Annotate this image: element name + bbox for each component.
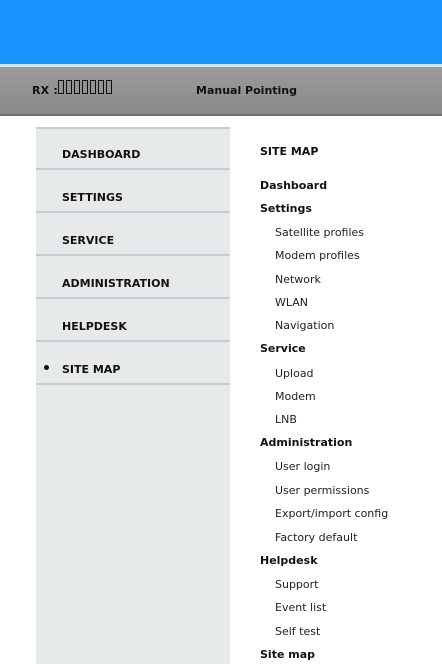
sidebar-item-site-map[interactable]: SITE MAP xyxy=(36,344,230,385)
sitemap-link-event-list[interactable]: Event list xyxy=(275,601,326,614)
sitemap-link-navigation[interactable]: Navigation xyxy=(275,319,334,332)
sitemap-section-dashboard[interactable]: Dashboard xyxy=(260,179,327,192)
sitemap-section-administration[interactable]: Administration xyxy=(260,436,352,449)
sitemap-section-helpdesk[interactable]: Helpdesk xyxy=(260,554,318,567)
sitemap-link-modem[interactable]: Modem xyxy=(275,390,316,403)
selected-bullet-icon xyxy=(44,365,49,370)
sitemap-section-service[interactable]: Service xyxy=(260,342,306,355)
top-banner xyxy=(0,0,442,67)
rx-signal-indicator xyxy=(58,80,112,94)
sitemap-link-self-test[interactable]: Self test xyxy=(275,625,320,638)
pointing-status: Manual Pointing xyxy=(196,84,298,97)
sitemap-link-lnb[interactable]: LNB xyxy=(275,413,297,426)
rx-segment xyxy=(66,80,72,94)
sidebar-item-settings[interactable]: SETTINGS xyxy=(36,172,230,213)
sidebar-item-administration[interactable]: ADMINISTRATION xyxy=(36,258,230,299)
sitemap-link-factory-default[interactable]: Factory default xyxy=(275,531,357,544)
sidebar-item-label: DASHBOARD xyxy=(62,148,141,161)
sidebar-item-label: HELPDESK xyxy=(62,320,127,333)
rx-segment xyxy=(82,80,88,94)
sidebar-item-label: SITE MAP xyxy=(62,363,121,376)
sitemap-link-network[interactable]: Network xyxy=(275,273,321,286)
rx-segment xyxy=(106,80,112,94)
sidebar-item-service[interactable]: SERVICE xyxy=(36,215,230,256)
rx-segment xyxy=(98,80,104,94)
sitemap-section-site-map[interactable]: Site map xyxy=(260,648,315,661)
sidebar-item-label: SETTINGS xyxy=(62,191,123,204)
sidebar-item-helpdesk[interactable]: HELPDESK xyxy=(36,301,230,342)
rx-label: RX : xyxy=(32,84,58,97)
sitemap-link-wlan[interactable]: WLAN xyxy=(275,296,308,309)
rx-segment xyxy=(58,80,64,94)
sitemap-link-support[interactable]: Support xyxy=(275,578,318,591)
sidebar-item-dashboard[interactable]: DASHBOARD xyxy=(36,129,230,170)
sitemap-link-user-permissions[interactable]: User permissions xyxy=(275,484,369,497)
sitemap-link-modem-profiles[interactable]: Modem profiles xyxy=(275,249,360,262)
sidebar-item-label: SERVICE xyxy=(62,234,115,247)
sitemap-link-user-login[interactable]: User login xyxy=(275,460,330,473)
rx-segment xyxy=(90,80,96,94)
sitemap-link-satellite-profiles[interactable]: Satellite profiles xyxy=(275,226,364,239)
page: RX : Manual Pointing DASHBOARD SETTINGS … xyxy=(0,0,442,664)
sitemap-link-export-import-config[interactable]: Export/import config xyxy=(275,507,388,520)
sitemap-link-upload[interactable]: Upload xyxy=(275,367,314,380)
sidebar-nav: DASHBOARD SETTINGS SERVICE ADMINISTRATIO… xyxy=(36,127,230,664)
page-title: SITE MAP xyxy=(260,145,319,158)
sitemap-section-settings[interactable]: Settings xyxy=(260,202,312,215)
rx-segment xyxy=(74,80,80,94)
sidebar-item-label: ADMINISTRATION xyxy=(62,277,170,290)
